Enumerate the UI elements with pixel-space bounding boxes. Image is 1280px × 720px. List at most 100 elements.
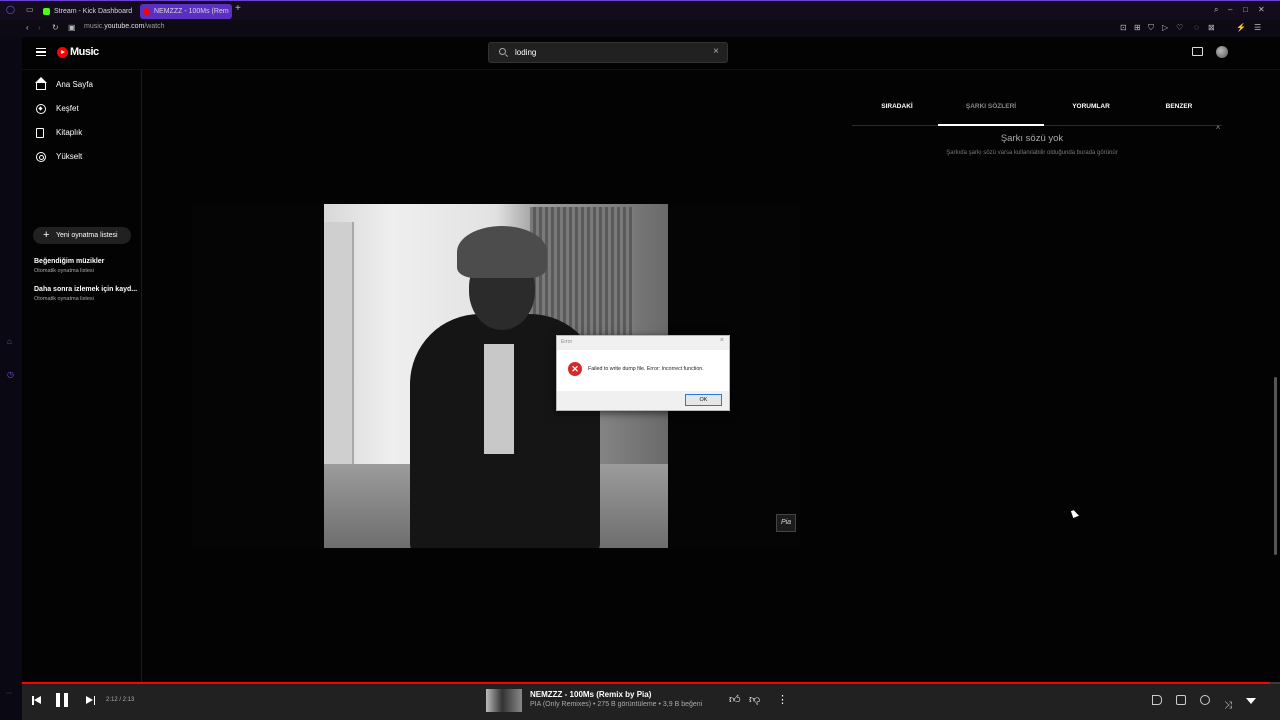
track-subtitle[interactable]: PIA (Only Remixes) • 275 B görüntüleme •… — [530, 701, 702, 708]
upgrade-icon — [36, 152, 46, 162]
tab-comments[interactable]: YORUMLAR — [1046, 103, 1136, 110]
youtube-music-app: Music × Ana Sayfa Keşfet Kitaplık Yüksel… — [22, 37, 1280, 682]
player-bar: 2:12 / 2:13 NEMZZZ - 100Ms (Remix by Pia… — [22, 684, 1280, 720]
tab-title: NEMZZZ - 100Ms (Rem — [154, 8, 229, 15]
dislike-icon[interactable]: 👎︎ — [749, 694, 760, 706]
chevron-up-icon[interactable]: ˄ — [1216, 125, 1220, 132]
ok-button[interactable]: OK — [685, 394, 722, 406]
playlist-subtitle: Otomatik oynatma listesi — [34, 296, 94, 302]
bookmark-icon[interactable]: ⊡ — [1120, 23, 1127, 33]
extensions-icon[interactable]: ⊠ — [1208, 23, 1215, 33]
shuffle-icon[interactable]: ⤨ — [1224, 695, 1234, 711]
more-options-icon[interactable]: ⋮ — [777, 694, 788, 706]
sidebar-item-label: Kitaplık — [56, 128, 83, 137]
dialog-message: Failed to write dump file. Error: Incorr… — [588, 366, 704, 372]
maximize-icon[interactable]: □ — [1243, 5, 1248, 15]
like-icon[interactable]: 👍︎ — [729, 694, 741, 706]
opera-logo-icon[interactable]: ◯ — [6, 5, 15, 15]
channel-watermark[interactable]: Pia — [776, 514, 796, 532]
sidebar-item-label: Ana Sayfa — [56, 80, 93, 89]
sidebar-item-upgrade[interactable]: Yükselt — [34, 148, 134, 166]
repeat-icon[interactable] — [1200, 695, 1210, 705]
url-domain: youtube.com — [104, 23, 145, 30]
tab-kick-dashboard[interactable]: Stream - Kick Dashboard — [40, 4, 136, 19]
dialog-title: Error — [561, 339, 573, 345]
messenger-icon[interactable]: ◌ — [1194, 23, 1199, 33]
search-box[interactable]: × — [488, 42, 728, 63]
browser-tabstrip: ◯ ▭ Stream - Kick Dashboard NEMZZZ - 100… — [0, 0, 1280, 20]
twitch-icon[interactable]: ⌂ — [7, 337, 12, 347]
volume-icon[interactable] — [1152, 695, 1162, 705]
pause-icon[interactable] — [56, 693, 68, 707]
youtube-music-icon — [143, 8, 150, 15]
app-header: Music × — [22, 37, 1280, 70]
new-playlist-button[interactable]: + Yeni oynatma listesi — [33, 227, 131, 244]
back-icon[interactable]: ‹ — [26, 23, 29, 33]
sidebar-item-home[interactable]: Ana Sayfa — [34, 76, 134, 94]
ai-icon[interactable]: ⚡ — [1236, 23, 1246, 33]
error-dialog: Error × ✕ Failed to write dump file. Err… — [556, 335, 730, 411]
tab-youtube-music[interactable]: NEMZZZ - 100Ms (Rem — [140, 4, 232, 19]
playlist-title: Beğendiğim müzikler — [34, 258, 105, 265]
playlist-title: Daha sonra izlemek için kayd... — [34, 286, 138, 293]
previous-icon[interactable] — [32, 696, 41, 705]
track-thumbnail[interactable] — [486, 689, 522, 712]
track-title[interactable]: NEMZZZ - 100Ms (Remix by Pia) — [530, 690, 651, 699]
kick-icon — [43, 8, 50, 15]
minimize-icon[interactable]: – — [1228, 5, 1232, 15]
history-icon[interactable]: ◷ — [7, 370, 14, 380]
search-tabs-icon[interactable]: ⌕ — [1214, 5, 1218, 15]
browser-sidebar: ⌂ ◷ ⋯ — [0, 37, 22, 720]
no-lyrics-subtitle: Şarkıda şarkı sözü varsa kullanılabilir … — [946, 150, 1118, 156]
forward-icon[interactable]: › — [38, 23, 41, 33]
compass-icon — [36, 104, 46, 114]
close-window-icon[interactable]: ✕ — [1258, 5, 1265, 15]
expand-player-icon[interactable] — [1246, 698, 1256, 704]
library-icon — [36, 128, 44, 138]
more-sidebar-icon[interactable]: ⋯ — [6, 689, 12, 699]
sidebar-item-library[interactable]: Kitaplık — [34, 124, 134, 142]
new-tab-button[interactable]: + — [235, 4, 241, 14]
dialog-body: ✕ Failed to write dump file. Error: Inco… — [557, 350, 729, 391]
clear-search-icon[interactable]: × — [713, 46, 719, 57]
sidebar-item-explore[interactable]: Keşfet — [34, 100, 134, 118]
heart-icon[interactable]: ♡ — [1176, 23, 1183, 33]
plus-icon: + — [43, 229, 50, 241]
address-bar: ‹ › ↻ ▣ music.youtube.com/watch ⊡ ⊞ ⛉ ▷ … — [0, 20, 1280, 37]
workspaces-icon[interactable]: ▭ — [26, 5, 34, 15]
new-playlist-label: Yeni oynatma listesi — [56, 232, 118, 239]
menu-icon[interactable]: ☰ — [1254, 23, 1261, 33]
hamburger-menu-icon[interactable] — [36, 48, 46, 56]
sidebar: Ana Sayfa Keşfet Kitaplık Yükselt + Yeni… — [22, 70, 142, 682]
youtube-music-logo-icon[interactable] — [57, 47, 68, 58]
snapshot-icon[interactable]: ⊞ — [1134, 23, 1141, 33]
tab-lyrics[interactable]: ŞARKI SÖZLERİ — [946, 103, 1036, 110]
next-icon[interactable] — [86, 696, 95, 705]
error-icon: ✕ — [568, 362, 582, 376]
play-icon[interactable]: ▷ — [1162, 23, 1168, 33]
url-path: /watch — [144, 23, 165, 30]
cast-icon[interactable] — [1192, 47, 1203, 56]
side-panel: SIRADAKİ ŞARKI SÖZLERİ YORUMLAR BENZER ˄… — [852, 70, 1242, 682]
search-icon — [499, 48, 506, 55]
playlist-subtitle: Otomatik oynatma listesi — [34, 268, 94, 274]
tab-up-next[interactable]: SIRADAKİ — [852, 103, 942, 110]
lock-icon: ▣ — [68, 23, 76, 32]
no-lyrics-title: Şarkı sözü yok — [1000, 133, 1064, 144]
logo-text[interactable]: Music — [70, 46, 99, 58]
tab-related[interactable]: BENZER — [1134, 103, 1224, 110]
scrollbar[interactable] — [1274, 377, 1277, 555]
active-tab-indicator — [938, 124, 1044, 126]
sidebar-item-label: Yükselt — [56, 152, 83, 161]
url-text[interactable]: music.youtube.com/watch — [84, 23, 165, 30]
search-input[interactable] — [515, 43, 705, 62]
tab-title: Stream - Kick Dashboard — [54, 8, 133, 15]
dialog-close-icon[interactable]: × — [720, 337, 724, 344]
time-display: 2:12 / 2:13 — [106, 697, 135, 703]
avatar[interactable] — [1216, 46, 1228, 58]
sidebar-item-label: Keşfet — [56, 104, 79, 113]
reload-icon[interactable]: ↻ — [52, 23, 59, 33]
url-prefix: music. — [84, 23, 105, 30]
shield-icon[interactable]: ⛉ — [1148, 23, 1154, 33]
miniplayer-icon[interactable] — [1176, 695, 1186, 705]
